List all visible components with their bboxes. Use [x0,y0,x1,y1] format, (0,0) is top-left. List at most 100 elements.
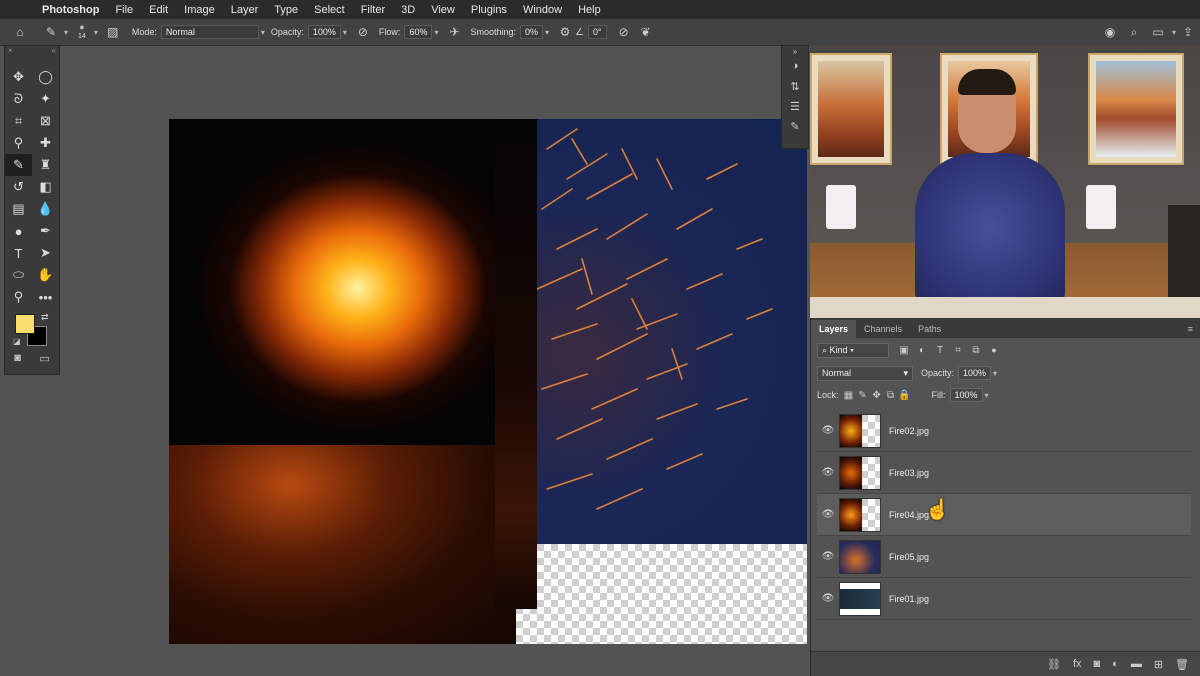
layer-name[interactable]: Fire05.jpg [889,552,929,562]
magic-wand-icon[interactable]: ✦ [32,88,59,110]
hand-tool-icon[interactable]: ✋ [32,264,59,286]
brush-tool-icon[interactable]: ✎ [5,154,32,176]
chevron-down-icon[interactable]: ▾ [985,391,989,400]
new-group-icon[interactable]: ▬ [1131,658,1142,670]
layer-name[interactable]: Fire02.jpg [889,426,929,436]
airbrush-icon[interactable]: ✈ [444,25,464,39]
visibility-eye-icon[interactable]: 👁 [817,509,839,520]
brush-settings-icon[interactable]: ▨ [102,25,124,39]
chevron-down-icon[interactable]: ▾ [434,28,438,37]
type-tool-icon[interactable]: T [5,242,32,264]
visibility-eye-icon[interactable]: 👁 [817,593,839,604]
tab-channels[interactable]: Channels [856,320,910,338]
layer-opacity-input[interactable]: 100% [958,366,992,380]
opacity-input[interactable]: 100% [307,25,341,39]
menu-filter[interactable]: Filter [353,4,393,16]
more-tools-icon[interactable]: ••• [32,286,59,308]
close-icon[interactable]: × [8,46,13,56]
layer-row[interactable]: 👁 Fire05.jpg [817,536,1191,578]
search-icon[interactable]: ⌕ [1122,25,1146,40]
adjustment-layer-icon[interactable]: ◐ [1112,658,1119,670]
eyedropper-icon[interactable]: ⚲ [5,132,32,154]
frame-tool-icon[interactable]: ⊠ [32,110,59,132]
layer-name[interactable]: Fire04.jpg [889,510,929,520]
layer-name[interactable]: Fire03.jpg [889,468,929,478]
healing-brush-icon[interactable]: ✚ [32,132,59,154]
menu-file[interactable]: File [107,4,141,16]
filter-toggle-icon[interactable]: ● [985,345,1003,355]
lock-pixels-icon[interactable]: ✎ [856,390,870,401]
workspace-icon[interactable]: ▭ [1146,25,1170,39]
tab-paths[interactable]: Paths [910,320,949,338]
home-icon[interactable]: ⌂ [0,25,40,39]
lock-artboard-icon[interactable]: ⧉ [884,390,898,401]
layer-style-icon[interactable]: fx [1073,658,1082,670]
menu-view[interactable]: View [423,4,463,16]
dodge-tool-icon[interactable]: ● [5,220,32,242]
zoom-tool-icon[interactable]: ⚲ [5,286,32,308]
menu-window[interactable]: Window [515,4,570,16]
filter-kind-select[interactable]: ⌕ Kind ▾ [817,342,889,358]
type-filter-icon[interactable]: T [931,345,949,356]
gear-icon[interactable]: ⚙ [555,25,575,39]
mode-select[interactable]: Normal [160,25,259,39]
gradient-tool-icon[interactable]: ▤ [5,198,32,220]
screen-mode-icon[interactable]: ▭ [39,352,49,365]
document-canvas[interactable] [169,119,807,644]
smoothing-input[interactable]: 0% [520,25,544,39]
clone-stamp-icon[interactable]: ♜ [32,154,59,176]
upload-icon[interactable]: ⇪ [1176,25,1200,39]
path-selection-icon[interactable]: ➤ [32,242,59,264]
menu-layer[interactable]: Layer [223,4,267,16]
flow-input[interactable]: 60% [404,25,433,39]
history-icon[interactable]: ⇅ [782,76,808,96]
new-layer-icon[interactable]: ⊞ [1154,658,1163,671]
move-tool-icon[interactable]: ✥ [5,66,32,88]
menu-type[interactable]: Type [266,4,306,16]
eraser-icon[interactable]: ◧ [32,176,59,198]
foreground-color-swatch[interactable] [15,314,35,334]
visibility-eye-icon[interactable]: 👁 [817,425,839,436]
visibility-eye-icon[interactable]: 👁 [817,551,839,562]
smart-object-filter-icon[interactable]: ⧉ [967,345,985,356]
add-mask-icon[interactable]: ◙ [1094,658,1101,670]
layer-name[interactable]: Fire01.jpg [889,594,929,604]
brush-settings-icon[interactable]: ✎ [782,116,808,136]
menu-image[interactable]: Image [176,4,223,16]
swap-colors-icon[interactable]: ⇄ [41,312,49,323]
lock-all-icon[interactable]: 🔒 [898,390,912,401]
menu-plugins[interactable]: Plugins [463,4,515,16]
pixel-filter-icon[interactable]: ▣ [895,345,913,356]
blend-mode-select[interactable]: Normal ▾ [817,365,913,381]
history-brush-icon[interactable]: ↺ [5,176,32,198]
elliptical-marquee-icon[interactable]: ◯ [32,66,59,88]
ellipse-tool-icon[interactable]: ⬭ [5,264,32,286]
symmetry-icon[interactable]: ❦ [635,25,657,39]
menu-photoshop[interactable]: Photoshop [34,4,107,16]
menu-3d[interactable]: 3D [393,4,423,16]
chevron-down-icon[interactable]: ▾ [261,28,265,37]
fill-input[interactable]: 100% [949,388,983,402]
brush-preset-dropdown[interactable]: ▾ [94,28,98,37]
pressure-opacity-icon[interactable]: ⊘ [353,25,373,39]
collapse-icon[interactable]: « [52,46,56,56]
layer-row[interactable]: 👁 Fire02.jpg [817,410,1191,452]
tool-preset-dropdown[interactable]: ▾ [64,28,68,37]
lock-position-icon[interactable]: ✥ [870,390,884,401]
brush-size-picker[interactable]: ● 14 [78,23,86,41]
chevron-down-icon[interactable]: ▾ [343,28,347,37]
menu-help[interactable]: Help [570,4,609,16]
quick-mask-icon[interactable]: ◙ [14,352,21,365]
trash-icon[interactable]: 🗑 [1175,658,1189,671]
menu-select[interactable]: Select [306,4,353,16]
chevron-down-icon[interactable]: ▾ [545,28,549,37]
share-icon[interactable]: ◉ [1098,25,1122,39]
pressure-size-icon[interactable]: ⊘ [613,25,635,39]
shape-filter-icon[interactable]: ⌗ [949,345,967,356]
adjustments-icon[interactable]: ◑ [782,56,808,76]
adjustment-filter-icon[interactable]: ◐ [913,345,931,356]
brush-tool-icon[interactable]: ✎ [40,25,62,39]
layer-row[interactable]: 👁 Fire04.jpg [817,494,1191,536]
tab-layers[interactable]: Layers [811,320,857,338]
lasso-tool-icon[interactable]: ᘐ [5,88,32,110]
